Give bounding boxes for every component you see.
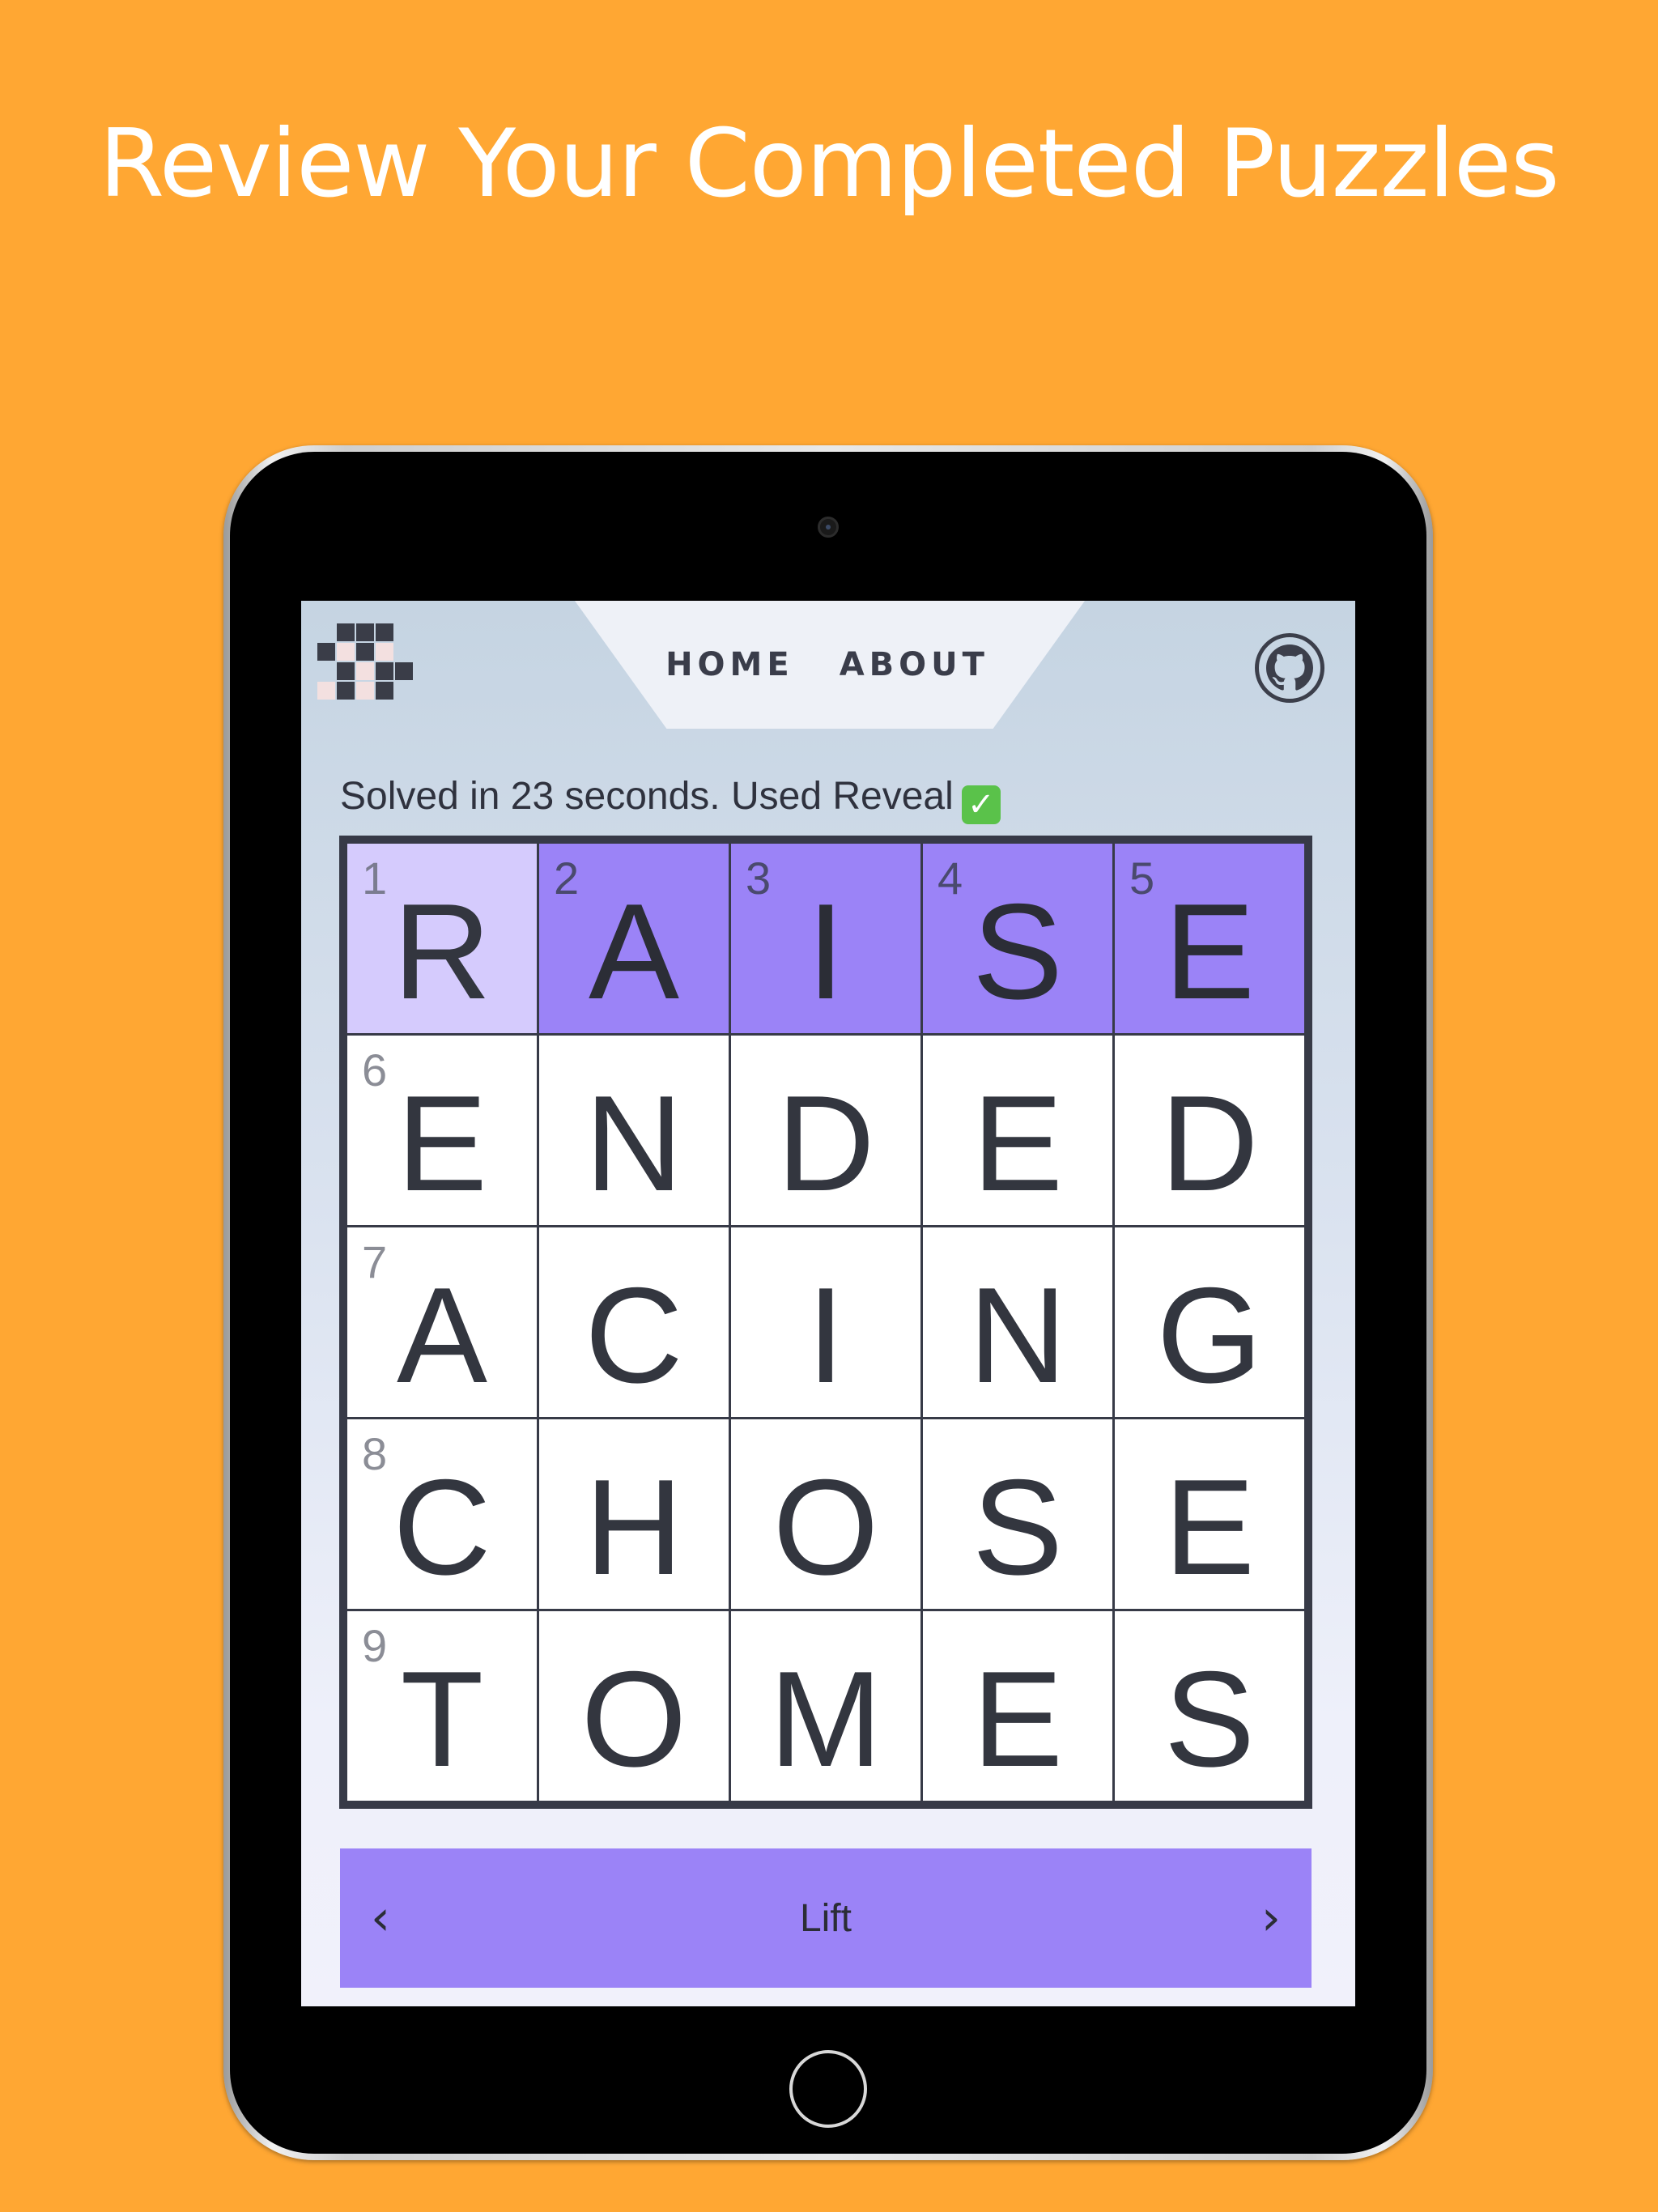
cell-letter: T [400,1643,484,1795]
cell-letter: O [772,1451,879,1603]
grid-cell[interactable]: 6E [347,1036,537,1225]
grid-cell[interactable]: E [923,1036,1112,1225]
grid-cell[interactable]: H [539,1419,729,1609]
grid-cell[interactable]: 4S [923,844,1112,1033]
grid-cell[interactable]: E [923,1611,1112,1801]
grid-cell[interactable]: O [731,1419,920,1609]
app-screen: HOME ABOUT Solved in 23 seconds. Used Re… [301,601,1355,2006]
grid-cell[interactable]: 7A [347,1227,537,1417]
cell-letter: A [396,1259,488,1411]
cell-letter: I [806,875,845,1027]
cell-letter: G [1156,1259,1263,1411]
grid-cell[interactable]: 2A [539,844,729,1033]
cell-letter: E [971,1643,1064,1795]
crossword-logo-icon[interactable] [317,623,413,709]
next-clue-button[interactable]: › [1231,1848,1312,1988]
github-icon [1266,644,1313,691]
cell-letter: R [393,875,491,1027]
grid-cell[interactable]: 9T [347,1611,537,1801]
home-button[interactable] [789,2050,867,2128]
grid-cell[interactable]: S [1115,1611,1304,1801]
cell-letter: C [585,1259,683,1411]
grid-cell[interactable]: D [1115,1036,1304,1225]
cell-letter: D [1160,1067,1259,1219]
cell-letter: D [776,1067,875,1219]
cell-letter: M [769,1643,882,1795]
grid-cell[interactable]: 8C [347,1419,537,1609]
cell-letter: H [585,1451,683,1603]
grid-cell[interactable]: C [539,1227,729,1417]
cell-letter: N [585,1067,683,1219]
cell-letter: S [971,1451,1064,1603]
clue-text: Lift [799,1896,852,1940]
grid-cell[interactable]: I [731,1227,920,1417]
cell-letter: E [971,1067,1064,1219]
cell-letter: S [971,875,1064,1027]
cell-letter: N [968,1259,1067,1411]
solve-status-text: Solved in 23 seconds. Used Reveal [340,775,954,818]
grid-cell[interactable]: N [923,1227,1112,1417]
cell-letter: E [1163,1451,1256,1603]
cell-letter: S [1163,1643,1256,1795]
cell-letter: C [393,1451,491,1603]
top-nav: HOME ABOUT [544,601,1111,729]
grid-cell[interactable]: 3I [731,844,920,1033]
grid-cell[interactable]: O [539,1611,729,1801]
clue-bar: ‹ Lift › [340,1848,1312,1988]
grid-cell[interactable]: 5E [1115,844,1304,1033]
grid-cell[interactable]: M [731,1611,920,1801]
prev-clue-button[interactable]: ‹ [340,1848,421,1988]
nav-about-link[interactable]: ABOUT [840,646,989,683]
grid-cell[interactable]: S [923,1419,1112,1609]
cell-letter: E [396,1067,488,1219]
cell-letter: A [588,875,680,1027]
grid-cell[interactable]: N [539,1036,729,1225]
cell-letter: E [1163,875,1256,1027]
headline: Review Your Completed Puzzles [99,109,1559,219]
github-icon[interactable] [1255,633,1324,703]
grid-cell[interactable]: E [1115,1419,1304,1609]
nav-home-link[interactable]: HOME [665,646,794,683]
solve-status: Solved in 23 seconds. Used Reveal ✓ [340,774,1001,824]
cell-letter: O [580,1643,687,1795]
cell-letter: I [806,1259,845,1411]
grid-cell[interactable]: 1R [347,844,537,1033]
check-icon: ✓ [961,785,1001,824]
front-camera-icon [818,517,839,538]
crossword-grid: 1R 2A 3I 4S 5E 6E N D E D 7A C I N G 8C … [339,836,1312,1809]
grid-cell[interactable]: G [1115,1227,1304,1417]
grid-cell[interactable]: D [731,1036,920,1225]
